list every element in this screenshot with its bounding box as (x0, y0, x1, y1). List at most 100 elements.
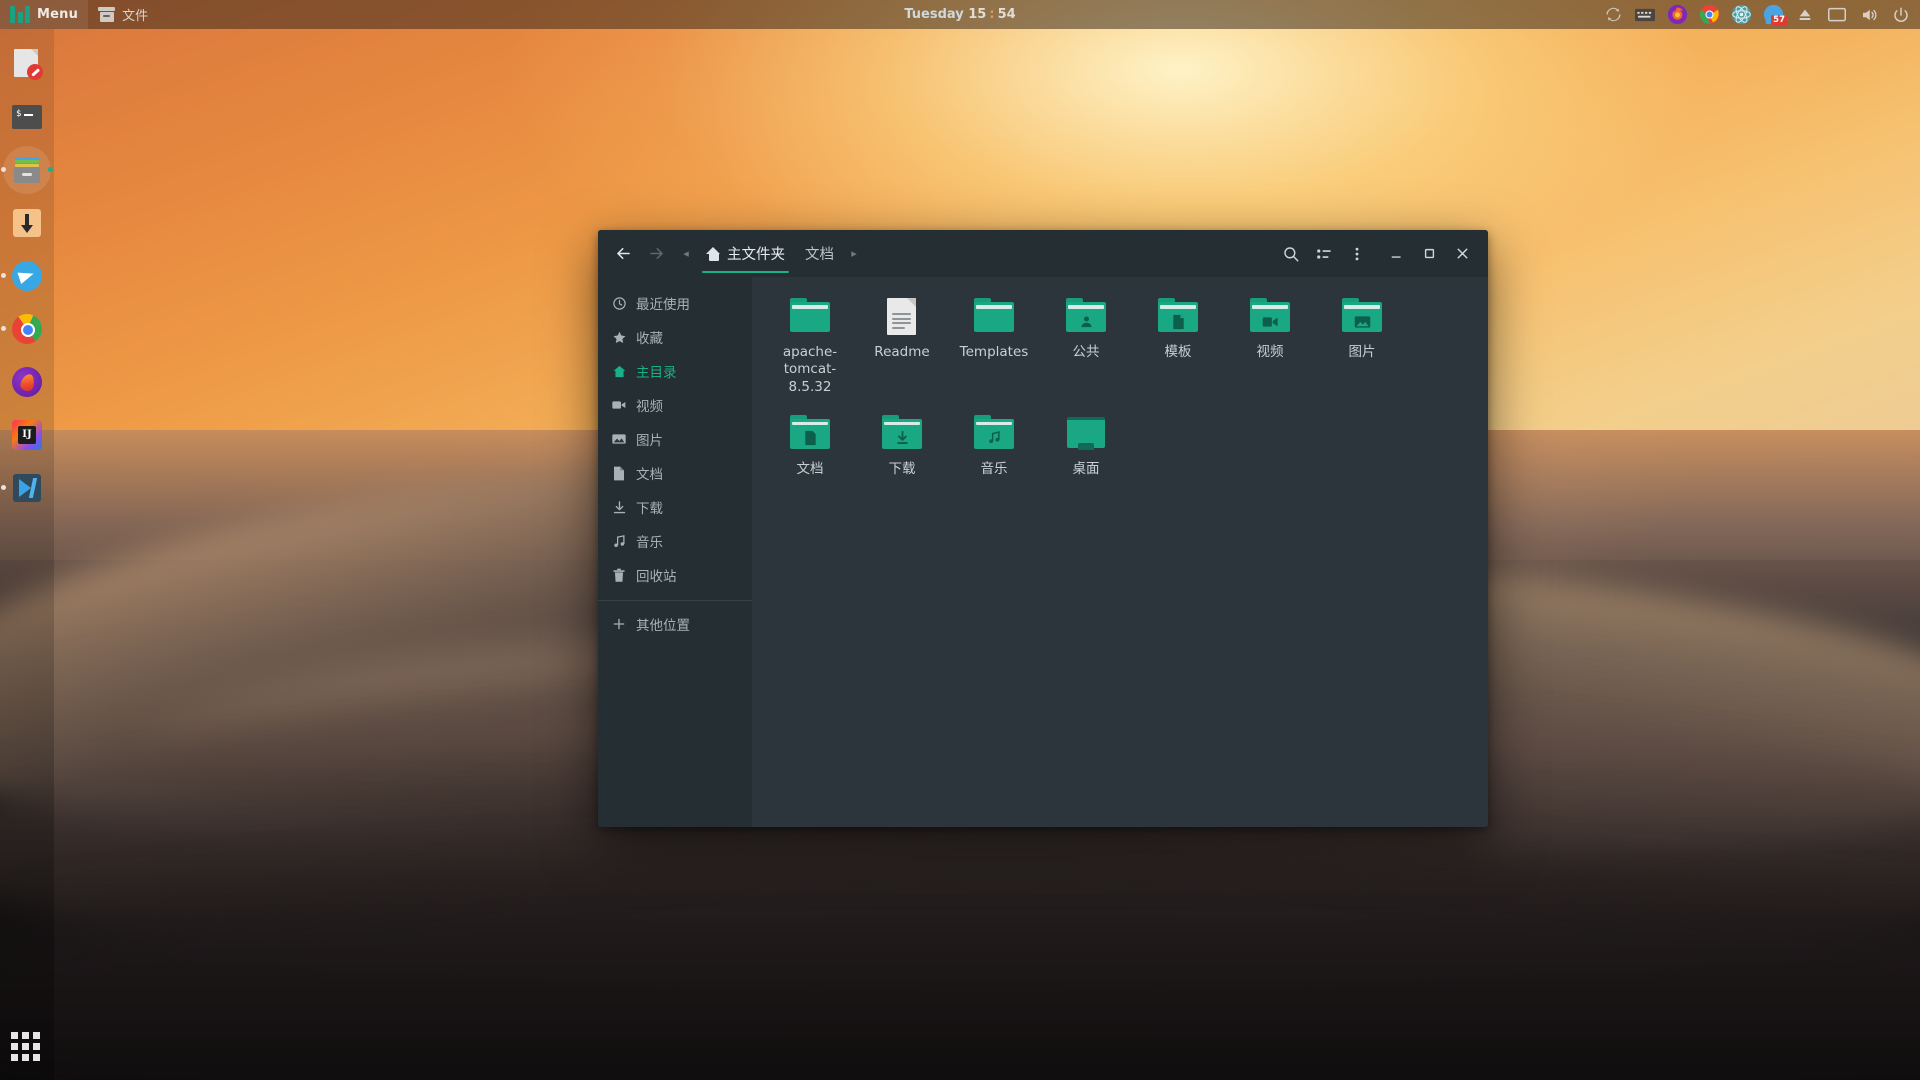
clock-hour: 15 (968, 7, 987, 22)
kebab-menu-button[interactable] (1340, 237, 1373, 270)
sidebar-item-label: 其他位置 (636, 618, 690, 634)
sidebar-item-videos[interactable]: 视频 (598, 388, 752, 422)
desktop-screen: Menu 文件 Tuesday 15 : 54 57 $ IJ ◂ 主文件夹 文… (0, 0, 1920, 1080)
display-icon[interactable] (1822, 0, 1852, 29)
plus-icon (611, 616, 627, 632)
taskbar-window-files[interactable]: 文件 (88, 0, 158, 29)
sidebar-item-starred[interactable]: 收藏 (598, 320, 752, 354)
dock-item-chrome[interactable] (0, 302, 54, 355)
power-icon[interactable] (1886, 0, 1916, 29)
manjaro-logo-icon (10, 6, 30, 23)
trash-icon (611, 567, 627, 583)
file-item[interactable]: 下载 (856, 408, 948, 488)
image-icon (611, 431, 627, 447)
star-icon (611, 329, 627, 345)
show-applications-button[interactable] (11, 1032, 43, 1064)
dock-item-telegram[interactable] (0, 249, 54, 302)
file-item[interactable]: Templates (948, 291, 1040, 406)
file-list-area[interactable]: apache-tomcat-8.5.32 Readme Templates 公共… (752, 277, 1488, 827)
file-item[interactable]: 模板 (1132, 291, 1224, 406)
dock-item-vscode[interactable] (0, 461, 54, 514)
chrome-icon[interactable] (1694, 0, 1724, 29)
back-button[interactable] (607, 237, 640, 270)
file-manager-icon (11, 154, 43, 186)
file-item-label: 公共 (1072, 344, 1100, 360)
file-item-label: 模板 (1164, 344, 1192, 360)
maximize-button[interactable] (1413, 237, 1446, 270)
download-icon (611, 499, 627, 515)
breadcrumb-prev-arrow[interactable]: ◂ (676, 230, 696, 277)
sidebar-item-other-locations[interactable]: 其他位置 (598, 607, 752, 641)
dock-running-dot (1, 485, 6, 490)
download-icon (879, 414, 925, 454)
sidebar-item-label: 最近使用 (636, 297, 690, 313)
file-item[interactable]: 音乐 (948, 408, 1040, 488)
view-list-button[interactable] (1307, 237, 1340, 270)
file-item-label: 桌面 (1072, 460, 1100, 477)
dock-item-firefox[interactable] (0, 355, 54, 408)
taskbar-window-label: 文件 (122, 9, 149, 24)
image-icon (1339, 297, 1385, 337)
top-panel: Menu 文件 Tuesday 15 : 54 57 (0, 0, 1920, 29)
firefox-icon[interactable] (1662, 0, 1692, 29)
sidebar-item-recent[interactable]: 最近使用 (598, 286, 752, 320)
file-manager-window: ◂ 主文件夹 文档 ▸ 最近使用 收藏 主目录 视频 图片 文档 下载 音乐 回… (598, 230, 1488, 827)
breadcrumb-next-arrow[interactable]: ▸ (844, 230, 864, 277)
file-item[interactable]: 视频 (1224, 291, 1316, 406)
close-button[interactable] (1446, 237, 1479, 270)
breadcrumb-item-home[interactable]: 主文件夹 (696, 230, 795, 277)
system-tray: 57 (1598, 0, 1916, 29)
folder-icon (1247, 297, 1293, 337)
menu-button[interactable]: Menu (0, 0, 89, 29)
dock-item-terminal[interactable]: $ (0, 90, 54, 143)
eject-icon[interactable] (1790, 0, 1820, 29)
sidebar-item-label: 视频 (636, 399, 663, 415)
home-icon (706, 246, 721, 261)
top-panel-left: Menu 文件 (0, 0, 158, 29)
dock-item-file-manager[interactable] (0, 143, 54, 196)
sidebar-item-home[interactable]: 主目录 (598, 354, 752, 388)
sidebar-item-downloads[interactable]: 下载 (598, 490, 752, 524)
file-item[interactable]: 公共 (1040, 291, 1132, 406)
dock-item-text-editor[interactable] (0, 37, 54, 90)
template-icon (1155, 297, 1201, 337)
minimize-button[interactable] (1380, 237, 1413, 270)
file-item[interactable]: apache-tomcat-8.5.32 (764, 291, 856, 406)
person-icon (1063, 297, 1109, 337)
file-item-label: Templates (959, 344, 1029, 360)
breadcrumb-item-documents[interactable]: 文档 (795, 230, 844, 277)
vscode-icon (11, 472, 43, 504)
chrome-icon (11, 313, 43, 345)
calendar-badge-count: 57 (1771, 15, 1787, 26)
keyboard-icon[interactable] (1630, 0, 1660, 29)
sidebar-item-label: 主目录 (636, 365, 677, 381)
clock-separator: : (989, 7, 995, 22)
document-icon (611, 465, 627, 481)
window-body: 最近使用 收藏 主目录 视频 图片 文档 下载 音乐 回收站 其他位置 apac… (598, 277, 1488, 827)
sidebar-item-documents[interactable]: 文档 (598, 456, 752, 490)
sidebar-item-label: 回收站 (636, 569, 677, 585)
sidebar-item-label: 文档 (636, 467, 663, 483)
dock-running-dot (1, 273, 6, 278)
document-file-icon (879, 297, 925, 337)
sync-icon[interactable] (1598, 0, 1628, 29)
calendar-icon[interactable]: 57 (1758, 0, 1788, 29)
sidebar-item-label: 收藏 (636, 331, 663, 347)
dock-item-download-manager[interactable] (0, 196, 54, 249)
forward-button[interactable] (640, 237, 673, 270)
file-item[interactable]: 桌面 (1040, 408, 1132, 488)
file-item[interactable]: 文档 (764, 408, 856, 488)
file-item[interactable]: Readme (856, 291, 948, 406)
dock-item-intellij-idea[interactable]: IJ (0, 408, 54, 461)
sidebar-item-music[interactable]: 音乐 (598, 524, 752, 558)
sidebar-item-label: 下载 (636, 501, 663, 517)
sidebar-item-pictures[interactable]: 图片 (598, 422, 752, 456)
file-item[interactable]: 图片 (1316, 291, 1408, 406)
search-button[interactable] (1274, 237, 1307, 270)
places-sidebar: 最近使用 收藏 主目录 视频 图片 文档 下载 音乐 回收站 其他位置 (598, 277, 752, 827)
volume-icon[interactable] (1854, 0, 1884, 29)
file-item-label: 音乐 (980, 460, 1008, 477)
sidebar-item-trash[interactable]: 回收站 (598, 558, 752, 592)
electron-icon[interactable] (1726, 0, 1756, 29)
dock-running-dot (1, 326, 6, 331)
